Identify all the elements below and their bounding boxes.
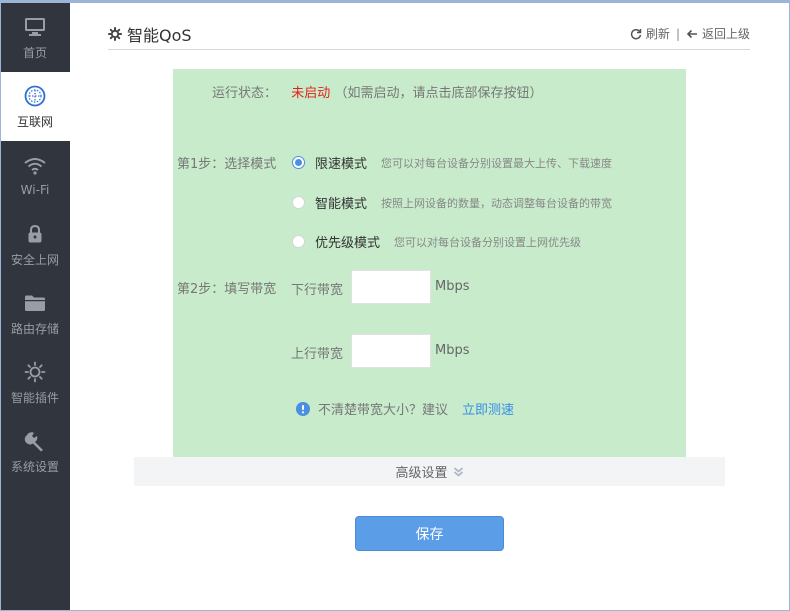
status-row: 运行状态： 未启动 （如需启动，请点击底部保存按钮） (212, 82, 542, 101)
hint-text: 不清楚带宽大小？建议 (318, 403, 449, 418)
upload-label: 上行带宽 (291, 347, 344, 362)
monitor-icon (23, 15, 47, 39)
sidebar-item-settings[interactable]: 系统设置 (0, 417, 70, 486)
download-bandwidth-input[interactable] (351, 270, 431, 304)
sidebar-item-label: 安全上网 (10, 252, 59, 267)
mode-desc: 按照上网设备的数量，动态调整每台设备的带宽 (381, 196, 613, 210)
globe-icon (23, 84, 47, 108)
page-title: 智能QoS (108, 22, 192, 46)
sidebar-item-label: 互联网 (16, 114, 53, 129)
speed-test-link[interactable]: 立即测速 (462, 399, 514, 418)
refresh-button[interactable]: 刷新 (630, 25, 670, 42)
sidebar-item-wifi[interactable]: Wi-Fi (0, 141, 70, 210)
arrow-left-icon (686, 29, 697, 38)
advanced-settings-label: 高级设置 (395, 466, 448, 481)
save-button[interactable]: 保存 (355, 516, 504, 551)
sidebar-item-label: 路由存储 (10, 321, 59, 336)
sidebar-item-home[interactable]: 首页 (0, 3, 70, 72)
mode-option-speed-limit[interactable]: 限速模式 您可以对每台设备分别设置最大上传、下载速度 (292, 153, 612, 172)
upload-unit: Mbps (435, 343, 470, 358)
header-actions: 刷新 | 返回上级 (630, 25, 750, 42)
title-bar: 智能QoS 刷新 | 返回上级 (108, 18, 750, 50)
advanced-settings-toggle[interactable]: 高级设置 (134, 457, 725, 486)
mode-desc: 您可以对每台设备分别设置上网优先级 (394, 235, 582, 249)
mode-name: 限速模式 (315, 157, 368, 172)
gear-icon (108, 27, 122, 41)
folder-icon (23, 291, 47, 315)
radio-speed-limit[interactable] (292, 156, 305, 169)
lock-icon (23, 222, 47, 246)
header-separator: | (675, 26, 680, 41)
sidebar-item-security[interactable]: 安全上网 (0, 210, 70, 279)
back-label: 返回上级 (701, 27, 750, 41)
mode-name: 优先级模式 (315, 236, 381, 251)
download-label: 下行带宽 (291, 283, 344, 298)
sun-icon (23, 360, 47, 384)
refresh-icon (630, 28, 642, 39)
download-unit: Mbps (435, 279, 470, 294)
bandwidth-hint: 不清楚带宽大小？建议 立即测速 (296, 399, 514, 418)
sidebar-item-label: 首页 (22, 45, 47, 60)
radio-priority[interactable] (292, 235, 305, 248)
sidebar-item-internet[interactable]: 互联网 (0, 72, 70, 141)
page-title-text: 智能QoS (127, 26, 192, 45)
status-value: 未启动 (291, 86, 331, 101)
sidebar-item-label: 系统设置 (10, 459, 59, 474)
mode-option-smart[interactable]: 智能模式 按照上网设备的数量，动态调整每台设备的带宽 (292, 193, 612, 212)
mode-desc: 您可以对每台设备分别设置最大上传、下载速度 (381, 156, 613, 170)
step1-label: 第1步：选择模式 (177, 157, 277, 172)
upload-bandwidth-input[interactable] (351, 334, 431, 368)
sidebar-item-plugins[interactable]: 智能插件 (0, 348, 70, 417)
wrench-icon (23, 429, 47, 453)
mode-option-priority[interactable]: 优先级模式 您可以对每台设备分别设置上网优先级 (292, 232, 581, 251)
refresh-label: 刷新 (645, 27, 670, 41)
mode-name: 智能模式 (315, 197, 368, 212)
sidebar: 首页 互联网 Wi-Fi 安全上网 路由存储 智能插件 系统设置 (0, 0, 70, 611)
step2-label: 第2步：填写带宽 (177, 282, 277, 297)
chevron-down-icon (453, 466, 464, 477)
status-note: （如需启动，请点击底部保存按钮） (334, 86, 543, 101)
info-icon (296, 401, 310, 416)
radio-smart[interactable] (292, 196, 305, 209)
wifi-icon (23, 154, 47, 178)
sidebar-item-label: Wi-Fi (20, 183, 50, 197)
status-label: 运行状态： (212, 86, 278, 101)
back-button[interactable]: 返回上级 (686, 25, 750, 42)
qos-settings-panel: 运行状态： 未启动 （如需启动，请点击底部保存按钮） 第1步：选择模式 限速模式… (173, 69, 686, 457)
sidebar-item-storage[interactable]: 路由存储 (0, 279, 70, 348)
sidebar-item-label: 智能插件 (10, 390, 59, 405)
